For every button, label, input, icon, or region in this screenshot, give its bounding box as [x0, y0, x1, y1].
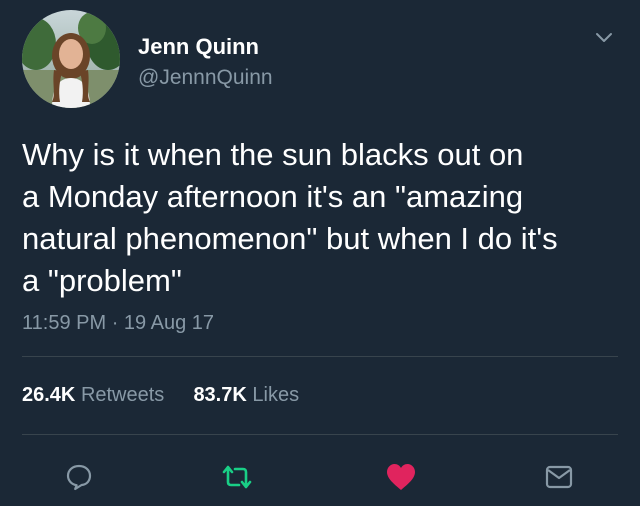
tweet-text: Why is it when the sun blacks out on a M… [22, 134, 622, 302]
timestamp-separator: · [111, 312, 119, 334]
likes-count: 83.7K [193, 384, 247, 406]
retweets-stat[interactable]: 26.4K Retweets [22, 384, 170, 406]
tweet-text-line: Why is it when the sun blacks out on [22, 137, 524, 172]
likes-label: Likes [252, 384, 300, 406]
author-name[interactable]: Jenn Quinn [138, 34, 259, 60]
direct-message-button[interactable] [542, 460, 576, 494]
avatar-photo [22, 10, 120, 108]
tweet-text-line: a Monday afternoon it's an "amazing [22, 179, 524, 214]
tweet-text-line: a "problem" [22, 263, 182, 298]
tweet-time: 11:59 PM [22, 312, 107, 334]
author-handle[interactable]: @JennnQuinn [138, 66, 273, 90]
like-button[interactable] [384, 460, 418, 494]
likes-stat[interactable]: 83.7K Likes [193, 384, 299, 406]
tweet-timestamp[interactable]: 11:59 PM · 19 Aug 17 [22, 312, 214, 335]
heart-icon [387, 464, 415, 490]
avatar[interactable] [22, 10, 120, 108]
tweet-stats: 26.4K Retweets 83.7K Likes [22, 384, 299, 407]
divider [22, 434, 618, 435]
tweet-date: 19 Aug 17 [123, 312, 215, 334]
tweet-text-line: natural phenomenon" but when I do it's [22, 221, 558, 256]
retweet-button[interactable] [220, 460, 254, 494]
tweet-card: Jenn Quinn @JennnQuinn Why is it when th… [0, 0, 640, 506]
divider [22, 356, 618, 357]
retweet-icon [222, 465, 252, 489]
retweets-label: Retweets [80, 384, 165, 406]
envelope-icon [545, 465, 573, 489]
chevron-down-icon[interactable] [592, 26, 616, 50]
reply-icon [66, 464, 92, 491]
retweets-count: 26.4K [22, 384, 76, 406]
reply-button[interactable] [62, 460, 96, 494]
